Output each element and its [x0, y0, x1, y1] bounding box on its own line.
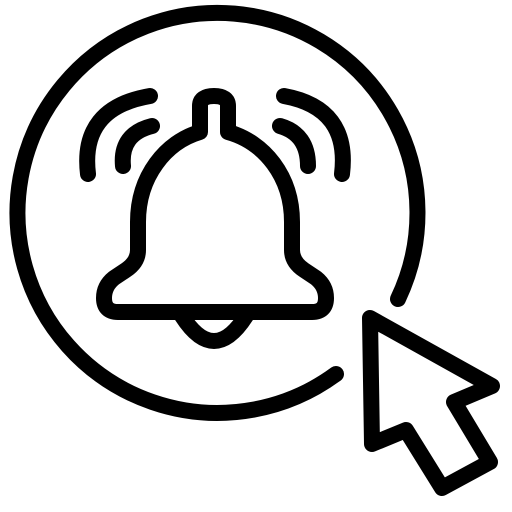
notification-click-icon	[9, 4, 500, 496]
cursor-arrow-icon	[362, 310, 500, 496]
circle-frame-icon	[9, 4, 426, 421]
icon-canvas	[0, 0, 512, 512]
sound-wave-right-inner-icon	[272, 118, 316, 174]
sound-wave-left-inner-icon	[114, 118, 160, 174]
